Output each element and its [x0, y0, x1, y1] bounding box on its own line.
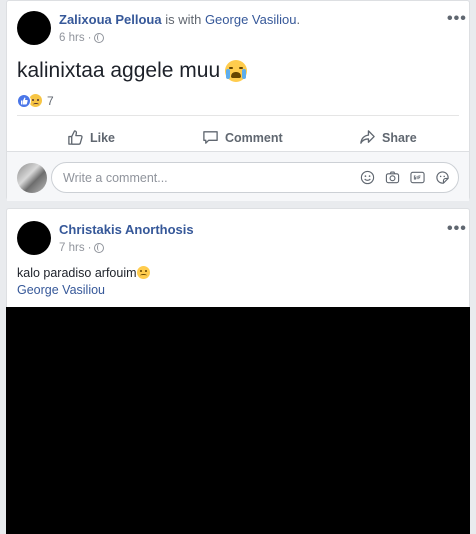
feed-post: Zalixoua Pelloua is with George Vasiliou… [6, 0, 470, 201]
sad-emoji [136, 266, 150, 279]
author-name[interactable]: Zalixoua Pelloua [59, 12, 162, 27]
privacy-globe-icon[interactable] [94, 33, 105, 43]
post-time[interactable]: 6 hrs [59, 32, 85, 44]
camera-icon[interactable] [385, 170, 400, 185]
comment-placeholder: Write a comment... [63, 171, 168, 185]
post-content: kalinixtaa aggele muu [17, 59, 221, 82]
composer-icons [360, 170, 450, 185]
comment-label: Comment [225, 130, 283, 145]
author-name[interactable]: Christakis Anorthosis [59, 222, 194, 237]
emoji-icon[interactable] [360, 170, 375, 185]
share-icon [360, 130, 375, 144]
meta-separator: · [87, 242, 92, 254]
post-time[interactable]: 7 hrs [59, 242, 85, 254]
share-button[interactable]: Share [359, 129, 417, 146]
post-meta: 7 hrs · [59, 242, 105, 254]
tagged-user[interactable]: George Vasiliou [205, 12, 297, 27]
sticker-icon[interactable] [435, 170, 450, 185]
more-options-icon[interactable]: ••• [447, 221, 467, 237]
privacy-globe-icon[interactable] [94, 243, 105, 253]
post-text: kalinixtaa aggele muu [17, 59, 248, 83]
author-avatar[interactable] [17, 11, 51, 45]
comment-composer: Write a comment... [7, 151, 469, 201]
comment-icon [203, 131, 218, 144]
post-header: Christakis Anorthosis [59, 222, 194, 238]
post-header: Zalixoua Pelloua is with George Vasiliou… [59, 12, 300, 28]
meta-separator: · [87, 32, 92, 44]
current-user-avatar[interactable] [17, 163, 47, 193]
like-reaction-icon [17, 93, 31, 108]
reaction-summary[interactable]: 7 [17, 93, 54, 108]
share-label: Share [382, 130, 417, 145]
loudly-crying-emoji [225, 60, 248, 82]
feed-post: Christakis Anorthosis 7 hrs · ••• kalo p… [6, 208, 470, 534]
reaction-count[interactable]: 7 [47, 94, 54, 108]
like-icon [68, 130, 83, 145]
like-button[interactable]: Like [67, 129, 115, 146]
with-suffix: . [296, 12, 301, 27]
post-meta: 6 hrs · [59, 32, 105, 44]
post-media[interactable] [6, 307, 470, 534]
with-text: is with [161, 12, 205, 27]
more-options-icon[interactable]: ••• [447, 11, 467, 27]
like-label: Like [90, 130, 116, 145]
divider [17, 115, 459, 116]
author-avatar[interactable] [17, 221, 51, 255]
comment-input[interactable]: Write a comment... [51, 162, 459, 193]
mentioned-user[interactable]: George Vasiliou [17, 282, 150, 299]
post-text: kalo paradiso arfouim George Vasiliou [17, 265, 150, 299]
post-content: kalo paradiso arfouim [17, 266, 137, 280]
gif-icon[interactable] [410, 170, 425, 185]
comment-button[interactable]: Comment [202, 129, 283, 146]
